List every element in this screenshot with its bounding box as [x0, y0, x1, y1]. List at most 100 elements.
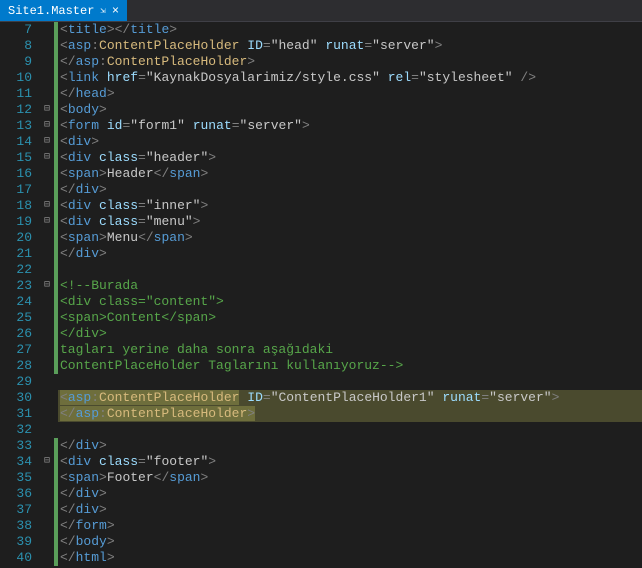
code-line[interactable]: 9 </asp:ContentPlaceHolder>: [0, 54, 642, 70]
line-number: 26: [0, 326, 40, 342]
line-number: 17: [0, 182, 40, 198]
code-text[interactable]: <div class="content">: [58, 294, 642, 310]
code-text[interactable]: <form id="form1" runat="server">: [58, 118, 642, 134]
code-line[interactable]: 29: [0, 374, 642, 390]
line-number: 35: [0, 470, 40, 486]
code-text[interactable]: ContentPlaceHolder Taglarını kullanıyoru…: [58, 358, 642, 374]
code-editor[interactable]: 7 <title></title>8 <asp:ContentPlaceHold…: [0, 22, 642, 568]
code-line[interactable]: 20 <span>Menu</span>: [0, 230, 642, 246]
line-number: 16: [0, 166, 40, 182]
code-text[interactable]: <body>: [58, 102, 642, 118]
code-text[interactable]: [58, 422, 642, 438]
code-text[interactable]: </div>: [58, 246, 642, 262]
code-line[interactable]: 24 <div class="content">: [0, 294, 642, 310]
code-line[interactable]: 14⊟ <div>: [0, 134, 642, 150]
code-line[interactable]: 17 </div>: [0, 182, 642, 198]
code-line[interactable]: 13⊟ <form id="form1" runat="server">: [0, 118, 642, 134]
code-text[interactable]: <div class="menu">: [58, 214, 642, 230]
code-text[interactable]: <title></title>: [58, 22, 642, 38]
fold-toggle-icon: [40, 182, 54, 198]
code-text[interactable]: </body>: [58, 534, 642, 550]
line-number: 28: [0, 358, 40, 374]
code-text[interactable]: </div>: [58, 438, 642, 454]
code-text[interactable]: </asp:ContentPlaceHolder>: [58, 54, 642, 70]
fold-toggle-icon[interactable]: ⊟: [40, 198, 54, 214]
line-number: 11: [0, 86, 40, 102]
code-line[interactable]: 34⊟ <div class="footer">: [0, 454, 642, 470]
code-text[interactable]: <asp:ContentPlaceHolder ID="ContentPlace…: [58, 390, 642, 406]
line-number: 34: [0, 454, 40, 470]
code-line[interactable]: 7 <title></title>: [0, 22, 642, 38]
fold-toggle-icon[interactable]: ⊟: [40, 134, 54, 150]
code-text[interactable]: <div class="footer">: [58, 454, 642, 470]
code-line[interactable]: 38 </form>: [0, 518, 642, 534]
code-text[interactable]: <link href="KaynakDosyalarimiz/style.css…: [58, 70, 642, 86]
fold-toggle-icon[interactable]: ⊟: [40, 278, 54, 294]
line-number: 25: [0, 310, 40, 326]
code-line[interactable]: 27 tagları yerine daha sonra aşağıdaki: [0, 342, 642, 358]
code-text[interactable]: </div>: [58, 326, 642, 342]
code-line[interactable]: 19⊟ <div class="menu">: [0, 214, 642, 230]
code-text[interactable]: </div>: [58, 182, 642, 198]
code-text[interactable]: <asp:ContentPlaceHolder ID="head" runat=…: [58, 38, 642, 54]
code-line[interactable]: 25 <span>Content</span>: [0, 310, 642, 326]
code-text[interactable]: tagları yerine daha sonra aşağıdaki: [58, 342, 642, 358]
code-text[interactable]: <!--Burada: [58, 278, 642, 294]
code-text[interactable]: </div>: [58, 486, 642, 502]
code-text[interactable]: </form>: [58, 518, 642, 534]
code-line[interactable]: 31 </asp:ContentPlaceHolder>: [0, 406, 642, 422]
code-line[interactable]: 36 </div>: [0, 486, 642, 502]
fold-toggle-icon: [40, 22, 54, 38]
code-line[interactable]: 37 </div>: [0, 502, 642, 518]
pin-icon[interactable]: ⇲: [100, 6, 105, 16]
code-line[interactable]: 35 <span>Footer</span>: [0, 470, 642, 486]
code-line[interactable]: 30 <asp:ContentPlaceHolder ID="ContentPl…: [0, 390, 642, 406]
line-number: 32: [0, 422, 40, 438]
code-line[interactable]: 26 </div>: [0, 326, 642, 342]
code-line[interactable]: 22: [0, 262, 642, 278]
code-line[interactable]: 21 </div>: [0, 246, 642, 262]
fold-toggle-icon[interactable]: ⊟: [40, 118, 54, 134]
fold-toggle-icon: [40, 70, 54, 86]
code-text[interactable]: </asp:ContentPlaceHolder>: [58, 406, 642, 422]
fold-toggle-icon[interactable]: ⊟: [40, 454, 54, 470]
code-line[interactable]: 10 <link href="KaynakDosyalarimiz/style.…: [0, 70, 642, 86]
code-line[interactable]: 16 <span>Header</span>: [0, 166, 642, 182]
code-text[interactable]: <div>: [58, 134, 642, 150]
line-number: 10: [0, 70, 40, 86]
code-line[interactable]: 12⊟ <body>: [0, 102, 642, 118]
fold-toggle-icon: [40, 166, 54, 182]
fold-toggle-icon[interactable]: ⊟: [40, 214, 54, 230]
tab-active[interactable]: Site1.Master ⇲ ×: [0, 0, 127, 21]
line-number: 33: [0, 438, 40, 454]
close-icon[interactable]: ×: [112, 4, 119, 18]
code-line[interactable]: 39 </body>: [0, 534, 642, 550]
line-number: 24: [0, 294, 40, 310]
code-line[interactable]: 8 <asp:ContentPlaceHolder ID="head" runa…: [0, 38, 642, 54]
code-text[interactable]: <div class="inner">: [58, 198, 642, 214]
code-text[interactable]: <span>Menu</span>: [58, 230, 642, 246]
line-number: 7: [0, 22, 40, 38]
code-text[interactable]: [58, 262, 642, 278]
code-text[interactable]: </html>: [58, 550, 642, 566]
code-line[interactable]: 28 ContentPlaceHolder Taglarını kullanıy…: [0, 358, 642, 374]
code-line[interactable]: 15⊟ <div class="header">: [0, 150, 642, 166]
code-line[interactable]: 18⊟ <div class="inner">: [0, 198, 642, 214]
fold-toggle-icon[interactable]: ⊟: [40, 150, 54, 166]
code-text[interactable]: <span>Content</span>: [58, 310, 642, 326]
code-line[interactable]: 11 </head>: [0, 86, 642, 102]
code-line[interactable]: 23⊟ <!--Burada: [0, 278, 642, 294]
fold-toggle-icon: [40, 294, 54, 310]
code-line[interactable]: 33 </div>: [0, 438, 642, 454]
code-text[interactable]: </div>: [58, 502, 642, 518]
fold-toggle-icon[interactable]: ⊟: [40, 102, 54, 118]
code-text[interactable]: <div class="header">: [58, 150, 642, 166]
code-text[interactable]: [58, 374, 642, 390]
code-line[interactable]: 40 </html>: [0, 550, 642, 566]
code-text[interactable]: <span>Footer</span>: [58, 470, 642, 486]
code-text[interactable]: <span>Header</span>: [58, 166, 642, 182]
code-line[interactable]: 32: [0, 422, 642, 438]
fold-toggle-icon: [40, 310, 54, 326]
code-text[interactable]: </head>: [58, 86, 642, 102]
fold-toggle-icon: [40, 406, 54, 422]
